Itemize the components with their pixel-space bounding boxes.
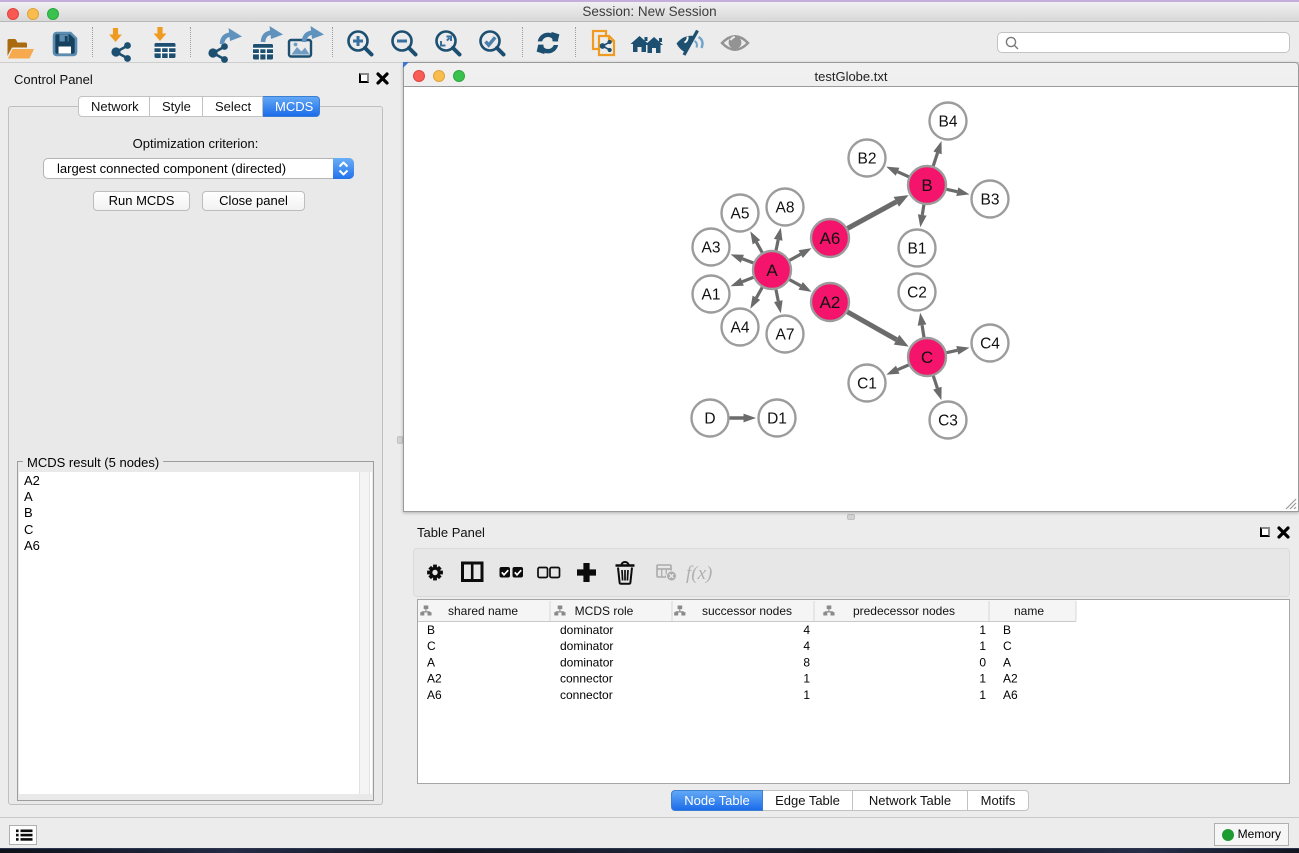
svg-text:A1: A1 xyxy=(702,287,721,304)
svg-text:C2: C2 xyxy=(907,285,927,302)
svg-text:shared name: shared name xyxy=(448,604,518,618)
svg-text:C3: C3 xyxy=(938,413,958,430)
svg-text:B2: B2 xyxy=(858,151,877,168)
svg-text:1: 1 xyxy=(979,623,986,637)
svg-text:A: A xyxy=(766,261,778,280)
svg-text:A6: A6 xyxy=(427,688,442,702)
svg-text:1: 1 xyxy=(803,672,810,686)
svg-text:4: 4 xyxy=(803,639,810,653)
svg-text:dominator: dominator xyxy=(560,655,613,669)
svg-text:dominator: dominator xyxy=(560,639,613,653)
svg-text:B: B xyxy=(1003,623,1011,637)
svg-text:D: D xyxy=(704,411,715,428)
svg-text:A3: A3 xyxy=(702,240,721,257)
svg-text:A7: A7 xyxy=(776,327,795,344)
svg-text:A4: A4 xyxy=(731,320,750,337)
svg-text:1: 1 xyxy=(979,672,986,686)
svg-text:A6: A6 xyxy=(820,229,841,248)
svg-text:connector: connector xyxy=(560,688,613,702)
svg-text:A5: A5 xyxy=(731,206,750,223)
svg-text:A8: A8 xyxy=(776,200,795,217)
svg-text:C4: C4 xyxy=(980,336,1000,353)
svg-text:B: B xyxy=(427,623,435,637)
svg-text:A: A xyxy=(427,655,435,669)
svg-text:A2: A2 xyxy=(427,672,442,686)
svg-text:1: 1 xyxy=(803,688,810,702)
svg-text:1: 1 xyxy=(979,688,986,702)
svg-text:dominator: dominator xyxy=(560,623,613,637)
svg-text:B1: B1 xyxy=(908,241,927,258)
svg-text:0: 0 xyxy=(979,655,986,669)
svg-text:B3: B3 xyxy=(981,192,1000,209)
svg-text:C1: C1 xyxy=(857,376,877,393)
svg-text:4: 4 xyxy=(803,623,810,637)
svg-text:C: C xyxy=(921,348,933,367)
svg-text:A2: A2 xyxy=(1003,672,1018,686)
svg-text:A: A xyxy=(1003,655,1011,669)
svg-text:C: C xyxy=(1003,639,1012,653)
svg-text:1: 1 xyxy=(979,639,986,653)
svg-text:B: B xyxy=(921,176,932,195)
svg-text:MCDS role: MCDS role xyxy=(575,604,634,618)
svg-text:A6: A6 xyxy=(1003,688,1018,702)
svg-text:B4: B4 xyxy=(939,114,958,131)
svg-text:D1: D1 xyxy=(767,411,787,428)
svg-text:C: C xyxy=(427,639,436,653)
svg-text:connector: connector xyxy=(560,672,613,686)
svg-text:name: name xyxy=(1014,604,1044,618)
svg-text:A2: A2 xyxy=(820,293,841,312)
svg-text:f(x): f(x) xyxy=(686,563,712,584)
svg-text:successor nodes: successor nodes xyxy=(702,604,792,618)
svg-text:8: 8 xyxy=(803,655,810,669)
svg-text:predecessor nodes: predecessor nodes xyxy=(853,604,955,618)
